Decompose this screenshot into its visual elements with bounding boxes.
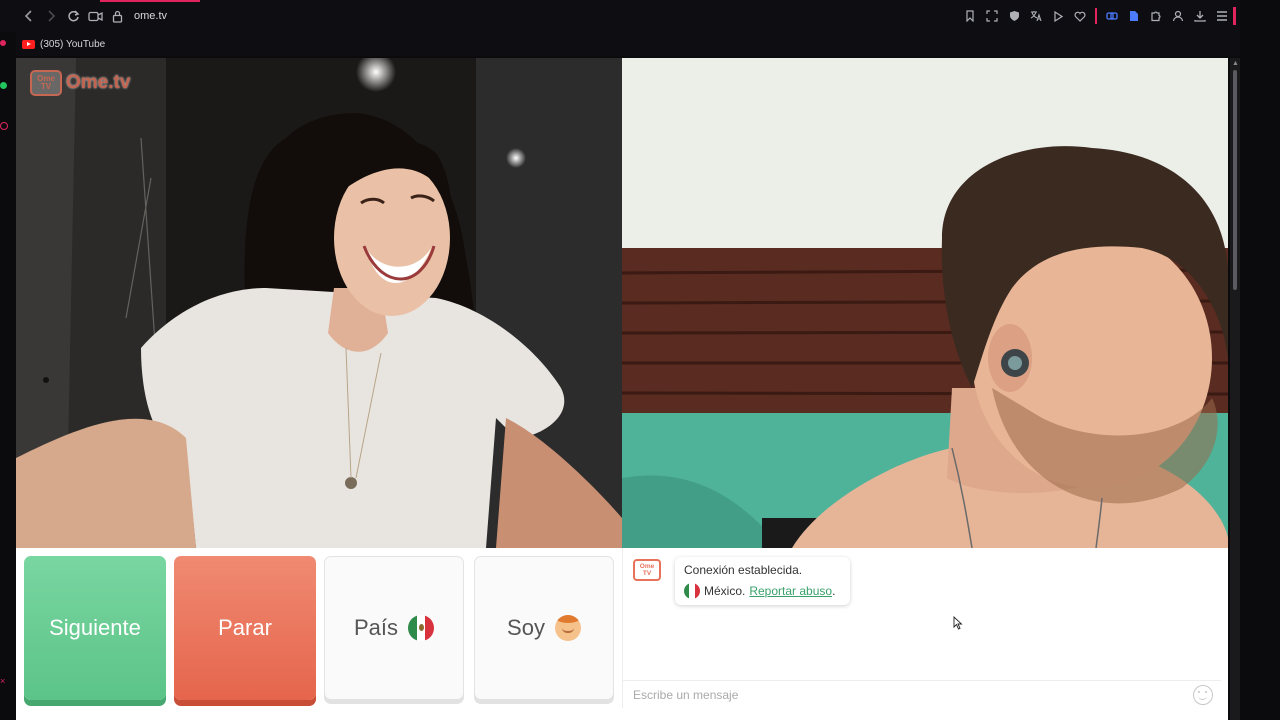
boy-emoji-icon [554, 615, 581, 641]
puzzle-icon[interactable] [1145, 5, 1167, 27]
scroll-up-icon[interactable]: ▲ [1232, 60, 1239, 67]
whatsapp-icon[interactable] [0, 82, 7, 89]
play-icon[interactable] [1047, 5, 1069, 27]
forward-icon[interactable] [40, 5, 62, 27]
gender-selector-button[interactable]: Soy [474, 556, 614, 700]
ometv-logo: Ome TV Ome.tv [30, 70, 130, 96]
message-input[interactable] [623, 681, 1193, 708]
menu-icon[interactable] [1211, 5, 1233, 27]
bookmark-icon[interactable] [959, 5, 981, 27]
heart-icon[interactable] [1069, 5, 1091, 27]
mexico-flag-icon [408, 615, 435, 641]
lock-icon[interactable] [106, 5, 128, 27]
youtube-icon [22, 39, 35, 49]
toolbar-separator [1095, 8, 1097, 24]
browser-toolbar: ome.tv [0, 0, 1240, 32]
page-scrollbar[interactable]: ▲ [1230, 58, 1240, 720]
stop-button-label: Parar [218, 615, 272, 640]
active-tab-indicator [100, 0, 200, 2]
reload-icon[interactable] [62, 5, 84, 27]
camera-icon[interactable] [84, 5, 106, 27]
ometv-chat-logo-icon: Ome TV [633, 559, 661, 581]
screenshot-icon[interactable] [981, 5, 1003, 27]
local-video [622, 58, 1228, 548]
address-bar[interactable]: ome.tv [134, 10, 167, 22]
stranger-country-text: México. [704, 584, 746, 598]
sidebar-dot-icon[interactable] [0, 40, 6, 46]
local-video-frame [622, 58, 1228, 548]
country-selector-button[interactable]: País [324, 556, 464, 700]
back-icon[interactable] [18, 5, 40, 27]
bookmark-label: (305) YouTube [40, 38, 106, 50]
smiley-icon[interactable] [1193, 684, 1213, 705]
bookmark-youtube[interactable]: (305) YouTube [22, 39, 105, 50]
controls-panel: Siguiente Parar País Soy Ome TV Conexión… [16, 548, 1228, 720]
bookmarks-bar: (305) YouTube [0, 32, 1240, 56]
document-icon[interactable] [1123, 5, 1145, 27]
next-button[interactable]: Siguiente [24, 556, 166, 700]
shield-icon[interactable] [1003, 5, 1025, 27]
country-button-label: País [353, 615, 399, 640]
translate-icon[interactable] [1025, 5, 1047, 27]
side-panel-strip: × [0, 32, 16, 720]
mexico-flag-icon [684, 583, 700, 599]
extension-toolbar [959, 0, 1236, 32]
chat-panel: Ome TV Conexión establecida. México. Rep… [622, 548, 1221, 708]
message-composer [623, 680, 1221, 708]
next-button-label: Siguiente [49, 615, 141, 640]
close-icon[interactable]: × [0, 676, 5, 686]
mouse-cursor-icon [953, 615, 963, 633]
ometv-logo-text: Ome.tv [66, 72, 131, 93]
system-message: Conexión establecida. México. Reportar a… [675, 557, 850, 605]
gender-button-label: Soy [507, 615, 545, 640]
link-icon[interactable] [1101, 5, 1123, 27]
profile-accent-bar [1233, 7, 1236, 25]
scrollbar-thumb[interactable] [1233, 70, 1237, 290]
connection-status-text: Conexión establecida. [684, 563, 803, 577]
sidebar-clock-icon[interactable] [0, 122, 8, 130]
remote-video-frame [16, 58, 622, 548]
stop-button[interactable]: Parar [174, 556, 316, 700]
remote-video: Ome TV Ome.tv [16, 58, 622, 548]
report-abuse-link[interactable]: Reportar abuso [749, 584, 832, 598]
ometv-logo-icon: Ome TV [30, 70, 62, 96]
report-link-suffix: . [832, 584, 836, 598]
nav-buttons: ome.tv [18, 5, 167, 27]
profile-icon[interactable] [1167, 5, 1189, 27]
download-icon[interactable] [1189, 5, 1211, 27]
